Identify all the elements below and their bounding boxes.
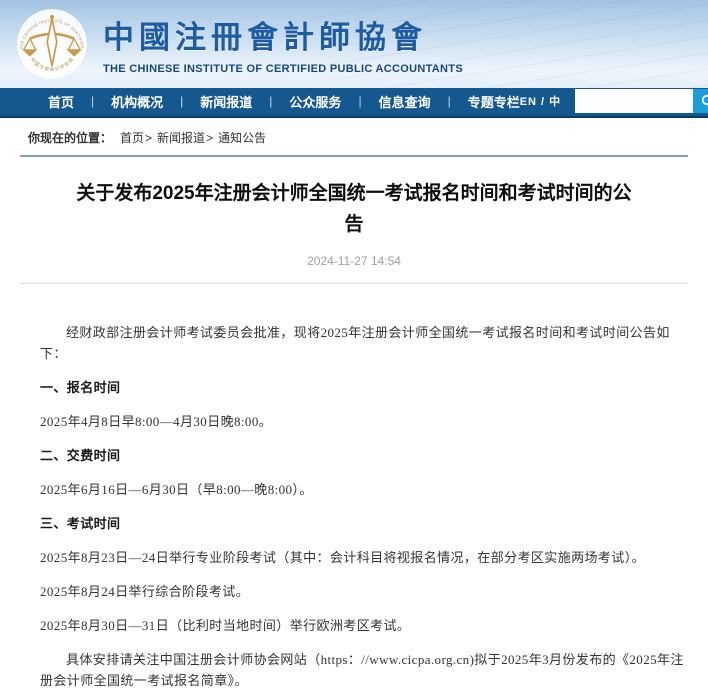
section-heading: 三、考试时间 — [40, 513, 694, 534]
breadcrumb-items: 首页>新闻报道>通知公告 — [120, 131, 266, 145]
breadcrumb: 你现在的位置：首页>新闻报道>通知公告 — [0, 118, 708, 152]
paragraph: 经财政部注册会计师考试委员会批准，现将2025年注册会计师全国统一考试报名时间和… — [40, 322, 694, 364]
search-button[interactable] — [693, 89, 708, 113]
cicpa-scales-emblem-icon: THE CHINESE INSTITUTE OF CERTIFIED PUBLI… — [15, 7, 89, 81]
nav-menu: 首页 | 机构概况 | 新闻报道 | 公众服务 | 信息查询 | 专题专栏 — [48, 92, 520, 111]
paragraph: 2025年6月16日—6月30日（早8:00—晚8:00）。 — [40, 479, 694, 500]
nav-item-6[interactable]: 专题专栏 — [468, 92, 520, 111]
paragraph: 2025年4月8日早8:00—4月30日晚8:00。 — [40, 411, 694, 432]
publish-date: 2024-11-27 14:54 — [72, 254, 636, 268]
breadcrumb-item-1[interactable]: 首页 — [120, 131, 144, 145]
nav-item-5[interactable]: 信息查询 — [379, 92, 431, 111]
breadcrumb-label: 你现在的位置： — [28, 131, 112, 145]
nav-item-1[interactable]: 首页 — [48, 92, 74, 111]
breadcrumb-separator: > — [145, 131, 152, 145]
article-body: 经财政部注册会计师考试委员会批准，现将2025年注册会计师全国统一考试报名时间和… — [0, 284, 708, 691]
nav-separator: | — [358, 94, 361, 108]
org-name-english: THE CHINESE INSTITUTE OF CERTIFIED PUBLI… — [103, 63, 463, 75]
search-box — [575, 89, 708, 113]
site-header: THE CHINESE INSTITUTE OF CERTIFIED PUBLI… — [0, 0, 708, 88]
nav-separator: | — [448, 94, 451, 108]
nav-item-4[interactable]: 公众服务 — [289, 92, 341, 111]
breadcrumb-separator: > — [206, 131, 213, 145]
article-header: 关于发布2025年注册会计师全国统一考试报名时间和考试时间的公告 2024-11… — [0, 157, 708, 268]
nav-separator: | — [91, 94, 94, 108]
nav-separator: | — [180, 94, 183, 108]
paragraph: 2025年8月23日—24日举行专业阶段考试（其中：会计科目将视报名情况，在部分… — [40, 547, 694, 568]
search-input[interactable] — [575, 89, 693, 113]
paragraph: 具体安排请关注中国注册会计师协会网站（https：//www.cicpa.org… — [40, 649, 694, 691]
nav-separator: | — [269, 94, 272, 108]
breadcrumb-item-3[interactable]: 通知公告 — [218, 131, 266, 145]
cicpa-logo[interactable]: THE CHINESE INSTITUTE OF CERTIFIED PUBLI… — [15, 7, 89, 81]
main-nav: 首页 | 机构概况 | 新闻报道 | 公众服务 | 信息查询 | 专题专栏 EN / 中 — [0, 88, 708, 118]
section-heading: 二、交费时间 — [40, 445, 694, 466]
nav-item-3[interactable]: 新闻报道 — [200, 92, 252, 111]
section-heading: 一、报名时间 — [40, 377, 694, 398]
page-title: 关于发布2025年注册会计师全国统一考试报名时间和考试时间的公告 — [72, 178, 636, 241]
search-icon — [701, 94, 708, 108]
nav-item-2[interactable]: 机构概况 — [111, 92, 163, 111]
language-switch[interactable]: EN / 中 — [520, 93, 561, 109]
breadcrumb-item-2[interactable]: 新闻报道 — [157, 131, 205, 145]
org-name-chinese: 中國注冊會計師協會 — [103, 12, 463, 57]
paragraph: 2025年8月30日—31日（比利时当地时间）举行欧洲考区考试。 — [40, 615, 694, 636]
paragraph: 2025年8月24日举行综合阶段考试。 — [40, 581, 694, 602]
